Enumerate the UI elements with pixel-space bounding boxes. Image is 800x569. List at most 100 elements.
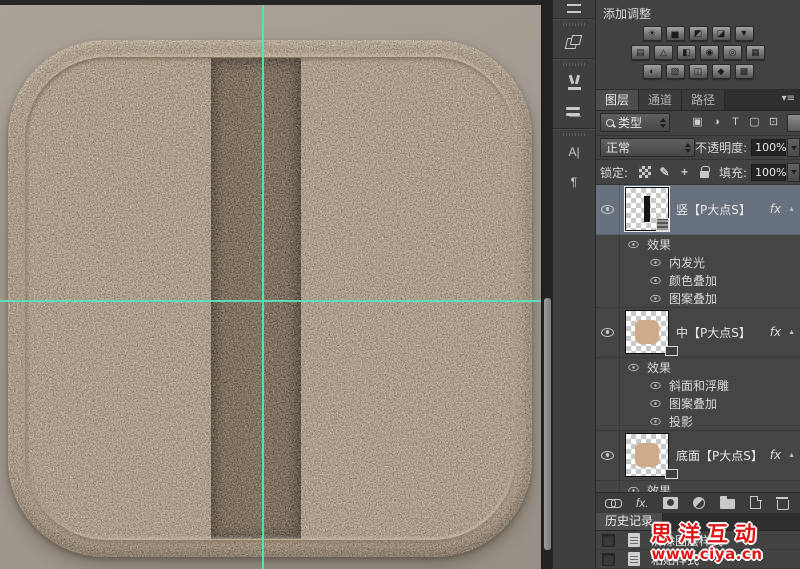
effect-row[interactable]: 图案叠加 [596,290,800,308]
effect-visibility-toggle[interactable] [649,289,662,307]
gradient-map-icon[interactable]: ◆ [712,64,731,79]
filter-adjustment-layers-icon[interactable]: ◑ [707,114,726,131]
layer-name[interactable]: 中【P大点S】 [676,324,770,341]
threshold-icon[interactable]: ◫ [689,64,708,79]
tab-layers[interactable]: 图层 [596,90,639,110]
layer-row[interactable]: 竖【P大点S】fx▲ [596,185,800,235]
effects-visibility-toggle[interactable] [627,235,640,253]
history-source-checkbox[interactable] [602,553,615,566]
effects-header-row[interactable]: 效果 [596,358,800,377]
character-panel-icon[interactable]: A| [553,137,595,167]
layer-list: 竖【P大点S】fx▲效果内发光颜色叠加图案叠加中【P大点S】fx▲效果斜面和浮雕… [596,185,800,492]
fill-value-field[interactable]: 100% [751,164,786,181]
filter-pixel-layers-icon[interactable]: ▣ [688,114,707,131]
effects-header-row[interactable]: 效果 [596,481,800,492]
effects-header-row[interactable]: 效果 [596,235,800,254]
layer-row[interactable]: 底面【P大点S】fx▲ [596,431,800,481]
dock-grip[interactable] [563,63,585,66]
history-source-checkbox[interactable] [602,534,615,547]
photo-filter-icon[interactable]: ◉ [700,45,719,60]
blend-mode-dropdown[interactable]: 正常 [600,138,695,157]
selective-color-icon[interactable]: ▩ [735,64,754,79]
effects-collapse-icon[interactable]: ▲ [786,204,797,215]
effect-row[interactable]: 投影 [596,413,800,431]
new-layer-icon[interactable] [750,494,761,512]
posterize-icon[interactable]: ▨ [666,64,685,79]
history-row[interactable]: 粘贴样式 [596,550,800,569]
layer-thumbnail[interactable] [625,310,669,354]
color-balance-icon[interactable]: △ [654,45,673,60]
curves-icon[interactable]: ◩ [689,26,708,41]
fill-dropdown-button[interactable] [787,163,800,182]
hue-saturation-icon[interactable]: ▤ [631,45,650,60]
dock-grip[interactable] [563,23,585,26]
add-layer-mask-icon[interactable] [663,494,678,512]
character-panel-icon-glyph: A| [568,145,579,159]
tab-channels[interactable]: 通道 [639,90,682,110]
filter-type-layers-icon[interactable]: T [726,114,745,131]
new-adjustment-layer-icon[interactable] [693,494,705,512]
filter-type-dropdown[interactable]: 类型 [600,113,670,132]
tab-paths[interactable]: 路径 [682,90,725,110]
opacity-value-field[interactable]: 100% [751,139,786,156]
effect-row[interactable]: 图案叠加 [596,395,800,413]
new-group-icon[interactable] [720,494,735,512]
eye-icon [628,364,638,371]
layer-visibility-toggle[interactable] [601,200,614,218]
panel-menu-icon[interactable]: ▾≡ [777,90,800,110]
filter-shape-layers-icon[interactable]: ▢ [745,114,764,131]
layer-name[interactable]: 底面【P大点S】 [676,447,770,464]
paragraph-panel-icon[interactable]: ¶ [553,167,595,197]
lock-all-icon[interactable] [696,164,713,181]
collapsed-panel-icon[interactable] [553,0,595,17]
effects-visibility-toggle[interactable] [627,481,640,491]
effect-row[interactable]: 颜色叠加 [596,272,800,290]
layer-visibility-toggle[interactable] [601,446,614,464]
lock-transparent-pixels-icon[interactable] [636,164,653,181]
clone-source-icon[interactable] [553,27,595,57]
effect-row[interactable]: 斜面和浮雕 [596,377,800,395]
invert-icon[interactable]: ◐ [643,64,662,79]
lock-image-pixels-icon[interactable]: ✎ [656,164,673,181]
delete-layer-icon[interactable] [776,494,788,512]
opacity-dropdown-button[interactable] [787,138,800,157]
layer-name[interactable]: 竖【P大点S】 [676,201,770,218]
history-row[interactable]: 清除图层样式 [596,531,800,550]
layer-thumbnail[interactable] [625,187,669,231]
channel-mixer-icon[interactable]: ◎ [723,45,742,60]
layer-visibility-toggle[interactable] [601,323,614,341]
effects-visibility-toggle[interactable] [627,358,640,376]
tool-presets-icon[interactable] [553,97,595,127]
effect-visibility-toggle[interactable] [649,395,662,413]
effect-visibility-toggle[interactable] [649,377,662,395]
collapsed-panel-icon-shape [567,4,581,13]
canvas-area[interactable] [0,0,541,569]
effect-visibility-toggle[interactable] [649,272,662,290]
layer-row[interactable]: 中【P大点S】fx▲ [596,308,800,358]
filter-toggle-switch[interactable] [787,114,800,132]
tab-history[interactable]: 历史记录 [596,513,663,530]
canvas-scrollbar[interactable] [541,0,552,569]
history-state-icon [628,552,640,566]
lock-position-icon[interactable]: + [676,164,693,181]
color-lookup-icon[interactable]: ▦ [746,45,765,60]
eye-icon [650,277,660,284]
layer-thumbnail[interactable] [625,433,669,477]
add-layer-style-icon[interactable]: fx. [636,494,649,512]
exposure-icon[interactable]: ◪ [712,26,731,41]
dock-grip[interactable] [563,133,585,136]
levels-icon[interactable]: ▅ [666,26,685,41]
canvas-scrollbar-thumb[interactable] [544,298,551,550]
effects-collapse-icon[interactable]: ▲ [786,450,797,461]
filter-smart-objects-icon[interactable]: ⊡ [764,114,783,131]
brightness-contrast-icon[interactable]: ☀ [643,26,662,41]
effects-collapse-icon[interactable]: ▲ [786,327,797,338]
link-layers-icon[interactable] [605,494,621,512]
vibrance-icon[interactable]: ▼ [735,26,754,41]
brush-presets-icon[interactable] [553,67,595,97]
adjustments-panel: 添加调整 ☀▅◩◪▼▤△◧◉◎▦◐▨◫◆▩ [596,0,800,90]
black-white-icon[interactable]: ◧ [677,45,696,60]
effect-row[interactable]: 内发光 [596,254,800,272]
effect-visibility-toggle[interactable] [649,254,662,272]
effect-visibility-toggle[interactable] [649,412,662,430]
